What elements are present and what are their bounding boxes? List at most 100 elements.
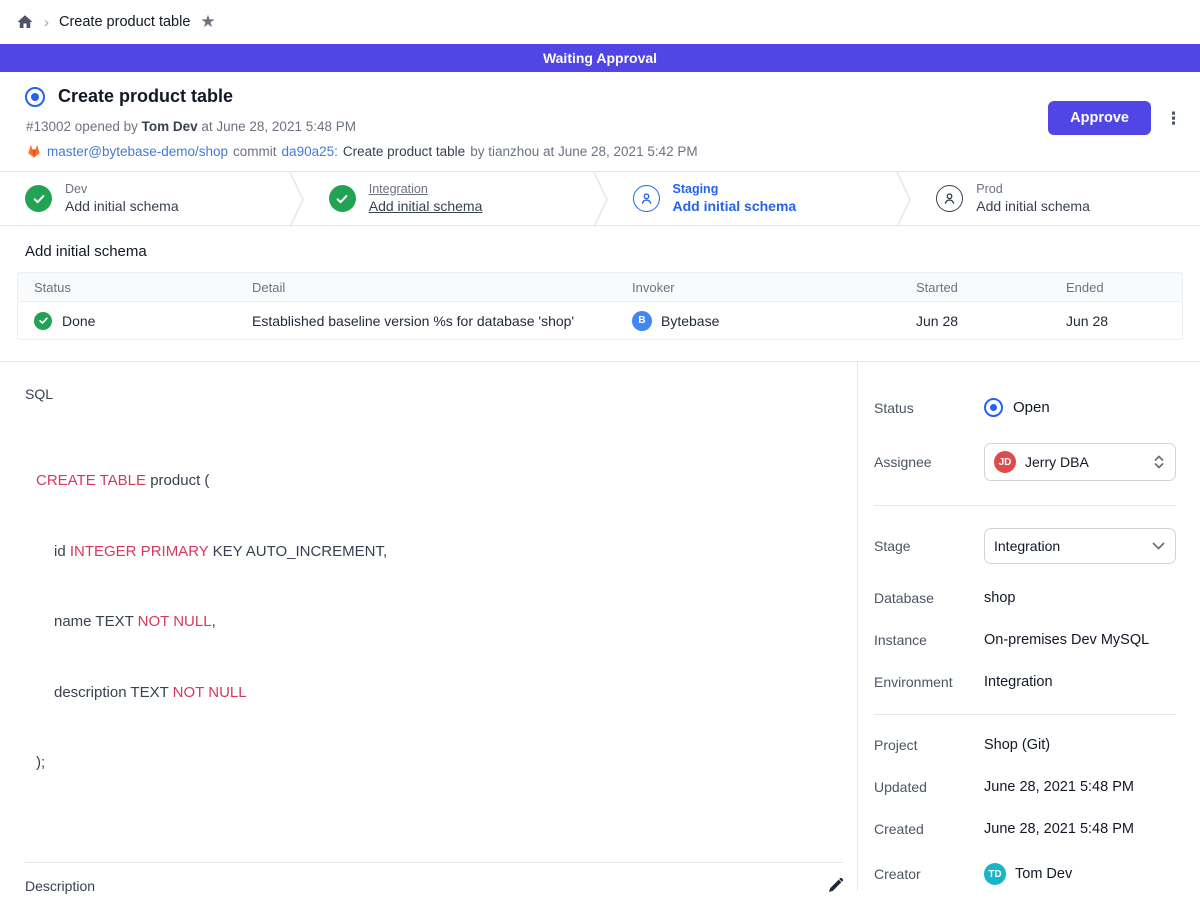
sql-label: SQL [25, 386, 843, 402]
sidebar-row-environment: Environment Integration [874, 674, 1176, 690]
task-invoker-name: Bytebase [661, 313, 719, 329]
pipeline: DevAdd initial schema IntegrationAdd ini… [0, 171, 1200, 226]
pipeline-stage-integration[interactable]: IntegrationAdd initial schema [304, 172, 593, 225]
stage-env-label[interactable]: Integration [369, 182, 483, 198]
divider [874, 714, 1176, 715]
created-value: June 28, 2021 5:48 PM [984, 821, 1134, 837]
creator-label: Creator [874, 866, 984, 882]
task-detail-cell: Established baseline version %s for data… [236, 313, 616, 329]
column-status: Status [18, 280, 236, 295]
task-table-header: Status Detail Invoker Started Ended [18, 273, 1182, 302]
chevron-down-icon [1152, 542, 1165, 550]
status-banner: Waiting Approval [0, 44, 1200, 72]
assignee-value: Jerry DBA [1025, 454, 1144, 470]
sql-line: id INTEGER PRIMARY KEY AUTO_INCREMENT, [36, 540, 843, 564]
stage-task-label[interactable]: Add initial schema [369, 197, 483, 215]
issue-header: Create product table #13002 opened by To… [0, 72, 1200, 171]
stage-separator [593, 172, 608, 227]
created-label: Created [874, 821, 984, 837]
stage-task-label: Add initial schema [976, 197, 1090, 215]
task-status-text: Done [62, 313, 95, 329]
chevron-right-icon: › [44, 14, 49, 31]
pipeline-stage-dev[interactable]: DevAdd initial schema [0, 172, 289, 225]
sql-code-block: CREATE TABLE product ( id INTEGER PRIMAR… [36, 422, 843, 822]
project-label: Project [874, 737, 984, 753]
updated-value: June 28, 2021 5:48 PM [984, 779, 1134, 795]
environment-value: Integration [984, 674, 1053, 690]
description-label: Description [25, 878, 95, 894]
issue-author: Tom Dev [142, 119, 198, 134]
approve-button[interactable]: Approve [1048, 101, 1151, 135]
stage-separator [289, 172, 304, 227]
gitlab-icon [26, 143, 42, 159]
issue-title: Create product table [58, 86, 233, 107]
creator-avatar: TD [984, 863, 1006, 885]
issue-detail-pane: SQL CREATE TABLE product ( id INTEGER PR… [0, 362, 857, 891]
task-ended-cell: Jun 28 [1050, 313, 1182, 329]
sidebar-row-assignee: Assignee JD Jerry DBA [874, 443, 1176, 481]
pipeline-stage-staging[interactable]: StagingAdd initial schema [608, 172, 897, 225]
assignee-label: Assignee [874, 454, 984, 470]
stage-env-label: Staging [673, 182, 797, 198]
column-detail: Detail [236, 280, 616, 295]
git-commit-line: master@bytebase-demo/shop commit da90a25… [26, 143, 1176, 159]
sql-line: name TEXT NOT NULL, [36, 610, 843, 634]
git-commit-byline: by tianzhou at June 28, 2021 5:42 PM [470, 144, 697, 159]
stage-separator [896, 172, 911, 227]
assignee-select[interactable]: JD Jerry DBA [984, 443, 1176, 481]
sidebar-row-created: Created June 28, 2021 5:48 PM [874, 821, 1176, 837]
stage-env-label: Prod [976, 182, 1090, 198]
stage-done-icon [25, 185, 52, 212]
stage-done-icon [329, 185, 356, 212]
task-started-cell: Jun 28 [900, 313, 1050, 329]
project-value: Shop (Git) [984, 737, 1050, 753]
bytebase-avatar: B [632, 311, 652, 331]
issue-sidebar: Status Open Assignee JD Jerry DBA Stage … [857, 362, 1200, 891]
task-section-title: Add initial schema [25, 243, 1200, 260]
issue-id: #13002 opened by [26, 119, 142, 134]
stage-pending-person-icon [936, 185, 963, 212]
more-actions-icon[interactable]: ⋮ [1165, 110, 1182, 127]
column-invoker: Invoker [616, 280, 900, 295]
sidebar-row-stage: Stage Integration [874, 528, 1176, 564]
edit-pencil-icon[interactable] [827, 878, 843, 894]
pipeline-stage-prod[interactable]: ProdAdd initial schema [911, 172, 1200, 225]
sql-line: ); [36, 751, 843, 775]
breadcrumb: › Create product table ★ [0, 0, 1200, 44]
updown-caret-icon [1153, 454, 1165, 470]
sidebar-row-updated: Updated June 28, 2021 5:48 PM [874, 779, 1176, 795]
banner-text: Waiting Approval [543, 50, 657, 66]
sidebar-row-project: Project Shop (Git) [874, 737, 1176, 753]
home-icon[interactable] [16, 13, 34, 31]
git-commit-word: commit [233, 144, 277, 159]
star-icon[interactable]: ★ [200, 12, 215, 32]
instance-label: Instance [874, 632, 984, 648]
task-table: Status Detail Invoker Started Ended Done… [17, 272, 1183, 340]
status-label: Status [874, 400, 984, 416]
stage-task-label: Add initial schema [65, 197, 179, 215]
sql-line: description TEXT NOT NULL [36, 681, 843, 705]
sidebar-row-creator: Creator TD Tom Dev [874, 863, 1176, 885]
git-commit-message: Create product table [343, 144, 465, 159]
column-ended: Ended [1050, 280, 1182, 295]
git-commit-hash-link[interactable]: da90a25: [282, 144, 338, 159]
stage-pending-person-icon [633, 185, 660, 212]
column-started: Started [900, 280, 1050, 295]
sidebar-row-database: Database shop [874, 590, 1176, 606]
issue-open-icon [25, 87, 45, 107]
assignee-avatar: JD [994, 451, 1016, 473]
breadcrumb-title: Create product table [59, 14, 190, 30]
stage-env-label: Dev [65, 182, 179, 198]
divider [25, 862, 843, 863]
stage-label: Stage [874, 538, 984, 554]
divider [874, 505, 1176, 506]
task-status-cell: Done [18, 312, 236, 330]
task-row[interactable]: Done Established baseline version %s for… [18, 302, 1182, 339]
sql-line: CREATE TABLE product ( [36, 469, 843, 493]
issue-opened-at: at June 28, 2021 5:48 PM [198, 119, 356, 134]
database-label: Database [874, 590, 984, 606]
git-repo-link[interactable]: master@bytebase-demo/shop [47, 144, 228, 159]
status-open-icon [984, 398, 1003, 417]
stage-select[interactable]: Integration [984, 528, 1176, 564]
task-done-icon [34, 312, 52, 330]
